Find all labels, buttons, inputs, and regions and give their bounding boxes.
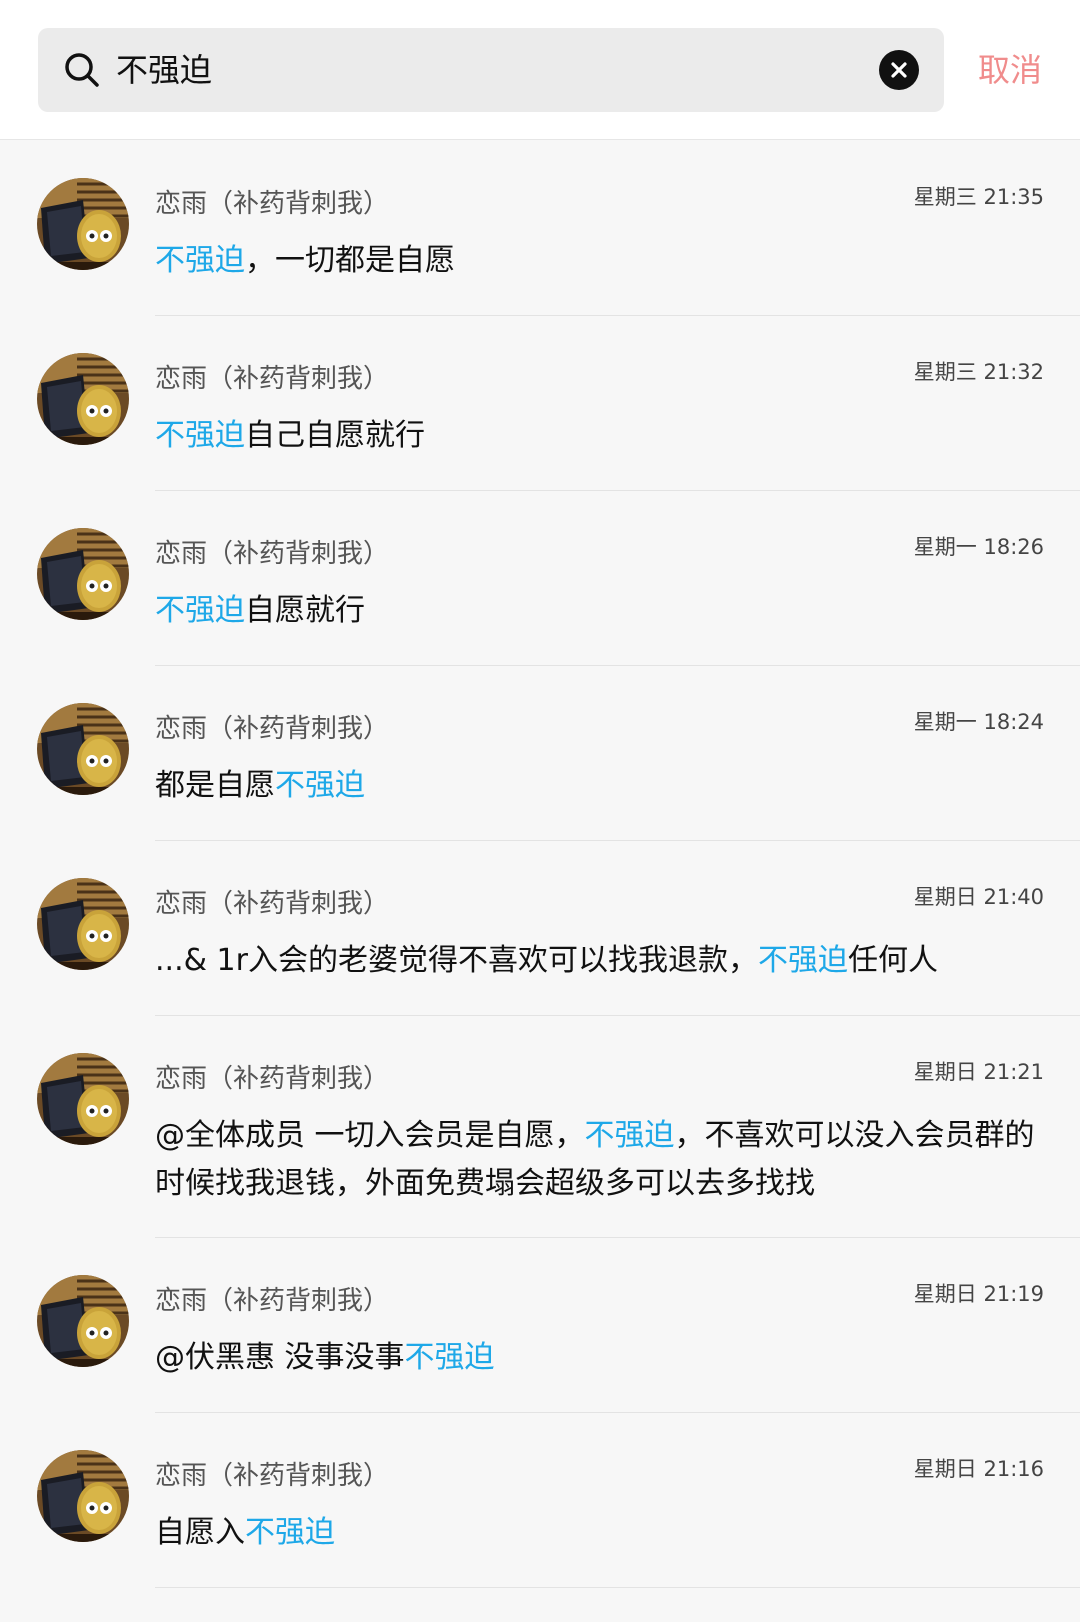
- sender-name: 恋雨（补药背刺我）: [155, 714, 390, 744]
- avatar[interactable]: [37, 703, 129, 795]
- message-segment: 任何人: [847, 943, 938, 978]
- search-result-item[interactable]: 恋雨（补药背刺我） 星期日 21:19 @伏黑惠 没事没事不强迫: [0, 1238, 1080, 1413]
- cancel-button[interactable]: 取消: [978, 44, 1042, 96]
- keyword-highlight: 不强迫: [275, 768, 365, 803]
- message-segment: 都是自愿: [155, 768, 275, 803]
- message-time: 星期日 21:19: [913, 1282, 1044, 1306]
- message-time: 星期三 21:35: [913, 185, 1044, 209]
- message-text: 不强迫自己自愿就行: [155, 412, 1035, 460]
- avatar[interactable]: [37, 353, 129, 445]
- sender-name: 恋雨（补药背刺我）: [155, 364, 390, 394]
- message-time: 星期日 21:40: [913, 885, 1044, 909]
- sender-name: 恋雨（补药背刺我）: [155, 889, 390, 919]
- sender-name: 恋雨（补药背刺我）: [155, 189, 390, 219]
- message-segment: ...& 1r入会的老婆觉得不喜欢可以找我退款，: [155, 943, 758, 978]
- avatar[interactable]: [37, 178, 129, 270]
- message-time: 星期一 18:24: [913, 710, 1044, 734]
- keyword-highlight: 不强迫: [757, 943, 848, 978]
- message-segment: @伏黑惠 没事没事: [155, 1340, 405, 1375]
- close-icon: [891, 62, 907, 78]
- message-time: 星期一 18:26: [913, 535, 1044, 559]
- avatar[interactable]: [37, 528, 129, 620]
- message-time: 星期日 21:16: [913, 1457, 1044, 1481]
- keyword-highlight: 不强迫: [155, 243, 245, 278]
- search-result-item[interactable]: 恋雨（补药背刺我） 星期一 18:26 不强迫自愿就行: [0, 491, 1080, 666]
- divider: [155, 1587, 1080, 1588]
- keyword-highlight: 不强迫: [404, 1340, 495, 1375]
- message-time: 星期三 21:32: [913, 360, 1044, 384]
- message-text: 自愿入不强迫: [155, 1509, 1035, 1557]
- sender-name: 恋雨（补药背刺我）: [155, 1461, 390, 1491]
- search-result-item[interactable]: 恋雨（补药背刺我） 星期日 21:40 ...& 1r入会的老婆觉得不喜欢可以找我退…: [0, 841, 1080, 1016]
- sender-name: 恋雨（补药背刺我）: [155, 1064, 390, 1094]
- search-result-item[interactable]: 恋雨（补药背刺我） 星期三 21:32 不强迫自己自愿就行: [0, 316, 1080, 491]
- message-time: 星期日 21:21: [913, 1060, 1044, 1084]
- message-text: @全体成员 一切入会员是自愿，不强迫，不喜欢可以没入会员群的时候找我退钱，外面免…: [155, 1112, 1035, 1208]
- message-segment: 自己自愿就行: [245, 418, 425, 453]
- message-text: 不强迫，一切都是自愿: [155, 237, 1035, 285]
- message-segment: 自愿入: [155, 1515, 245, 1550]
- search-result-item[interactable]: 恋雨（补药背刺我） 星期日 21:21 @全体成员 一切入会员是自愿，不强迫，不喜欢…: [0, 1016, 1080, 1238]
- sender-name: 恋雨（补药背刺我）: [155, 539, 390, 569]
- search-header: 取消: [0, 0, 1080, 140]
- search-result-item[interactable]: 恋雨（补药背刺我） 星期一 18:24 都是自愿不强迫: [0, 666, 1080, 841]
- search-results-list: 恋雨（补药背刺我） 星期三 21:35 不强迫，一切都是自愿 恋雨（补药背刺我） 星期…: [0, 141, 1080, 1588]
- search-input[interactable]: [116, 28, 846, 112]
- message-text: 都是自愿不强迫: [155, 762, 1035, 810]
- message-segment: 自愿就行: [245, 593, 365, 628]
- keyword-highlight: 不强迫: [155, 418, 245, 453]
- avatar[interactable]: [37, 1450, 129, 1542]
- avatar[interactable]: [37, 878, 129, 970]
- search-result-item[interactable]: 恋雨（补药背刺我） 星期三 21:35 不强迫，一切都是自愿: [0, 141, 1080, 316]
- message-segment: ，一切都是自愿: [245, 243, 455, 278]
- avatar[interactable]: [37, 1053, 129, 1145]
- search-result-item[interactable]: 恋雨（补药背刺我） 星期日 21:16 自愿入不强迫: [0, 1413, 1080, 1588]
- avatar[interactable]: [37, 1275, 129, 1367]
- keyword-highlight: 不强迫: [245, 1515, 335, 1550]
- keyword-highlight: 不强迫: [584, 1118, 675, 1153]
- message-text: 不强迫自愿就行: [155, 587, 1035, 635]
- clear-search-button[interactable]: [879, 50, 919, 90]
- message-segment: @全体成员 一切入会员是自愿，: [155, 1118, 585, 1153]
- search-box[interactable]: [38, 28, 944, 112]
- keyword-highlight: 不强迫: [155, 593, 245, 628]
- sender-name: 恋雨（补药背刺我）: [155, 1286, 390, 1316]
- message-text: @伏黑惠 没事没事不强迫: [155, 1334, 1035, 1382]
- message-text: ...& 1r入会的老婆觉得不喜欢可以找我退款，不强迫任何人: [155, 937, 1035, 985]
- search-icon: [65, 53, 99, 87]
